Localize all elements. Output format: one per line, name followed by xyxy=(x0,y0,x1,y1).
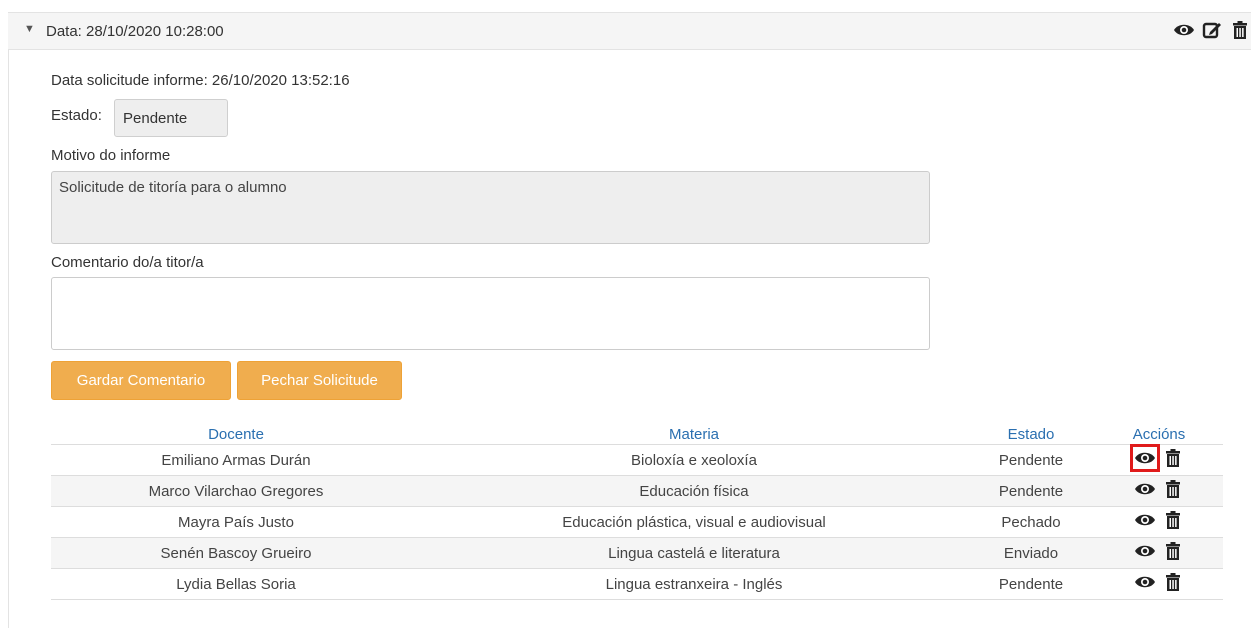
table-row: Marco Vilarchao Gregores Educación físic… xyxy=(51,475,1223,507)
column-header-estado[interactable]: Estado xyxy=(967,424,1095,445)
materia-cell: Lingua estranxeira - Inglés xyxy=(421,568,967,600)
eye-icon[interactable] xyxy=(1173,20,1195,40)
panel-header[interactable]: ▼ Data: 28/10/2020 10:28:00 xyxy=(8,12,1251,50)
materia-cell: Bioloxía e xeoloxía xyxy=(421,444,967,476)
caret-down-icon[interactable]: ▼ xyxy=(24,23,35,35)
actions-cell xyxy=(1095,537,1223,569)
actions-cell xyxy=(1095,506,1223,538)
actions-cell xyxy=(1095,444,1223,476)
trash-icon[interactable] xyxy=(1162,448,1184,468)
estado-cell: Pechado xyxy=(967,506,1095,538)
header-actions xyxy=(1173,20,1251,40)
materia-cell: Educación física xyxy=(421,475,967,507)
comentario-label: Comentario do/a titor/a xyxy=(51,254,204,271)
table-row: Senén Bascoy Grueiro Lingua castelá e li… xyxy=(51,537,1223,569)
trash-icon[interactable] xyxy=(1162,541,1184,561)
panel-title: Data: 28/10/2020 10:28:00 xyxy=(46,23,224,40)
docente-cell: Marco Vilarchao Gregores xyxy=(51,475,421,507)
trash-icon[interactable] xyxy=(1162,479,1184,499)
estado-value: Pendente xyxy=(114,99,228,137)
save-comment-button[interactable]: Gardar Comentario xyxy=(51,361,231,400)
table-header-row: Docente Materia Estado Accións xyxy=(51,424,1223,445)
trash-icon[interactable] xyxy=(1229,20,1251,40)
comentario-field[interactable] xyxy=(51,277,930,350)
eye-icon[interactable] xyxy=(1130,444,1160,472)
motivo-field[interactable]: Solicitude de titoría para o alumno xyxy=(51,171,930,244)
estado-cell: Pendente xyxy=(967,475,1095,507)
eye-icon[interactable] xyxy=(1134,479,1156,499)
eye-icon[interactable] xyxy=(1134,572,1156,592)
column-header-accions: Accións xyxy=(1095,424,1223,445)
estado-cell: Enviado xyxy=(967,537,1095,569)
request-date: Data solicitude informe: 26/10/2020 13:5… xyxy=(51,72,350,89)
actions-cell xyxy=(1095,568,1223,600)
estado-cell: Pendente xyxy=(967,444,1095,476)
close-request-button[interactable]: Pechar Solicitude xyxy=(237,361,402,400)
motivo-label: Motivo do informe xyxy=(51,147,171,164)
column-header-materia[interactable]: Materia xyxy=(421,424,967,445)
materia-cell: Educación plástica, visual e audiovisual xyxy=(421,506,967,538)
docente-cell: Mayra País Justo xyxy=(51,506,421,538)
materia-cell: Lingua castelá e literatura xyxy=(421,537,967,569)
column-header-docente[interactable]: Docente xyxy=(51,424,421,445)
trash-icon[interactable] xyxy=(1162,572,1184,592)
table-row: Emiliano Armas Durán Bioloxía e xeoloxía… xyxy=(51,444,1223,476)
docente-cell: Lydia Bellas Soria xyxy=(51,568,421,600)
docente-cell: Senén Bascoy Grueiro xyxy=(51,537,421,569)
docentes-table: Docente Materia Estado Accións Emiliano … xyxy=(51,424,1223,600)
edit-icon[interactable] xyxy=(1201,20,1223,40)
actions-cell xyxy=(1095,475,1223,507)
estado-cell: Pendente xyxy=(967,568,1095,600)
eye-icon[interactable] xyxy=(1134,510,1156,530)
panel-border xyxy=(8,50,9,628)
table-row: Mayra País Justo Educación plástica, vis… xyxy=(51,506,1223,538)
estado-label: Estado: xyxy=(51,107,102,124)
trash-icon[interactable] xyxy=(1162,510,1184,530)
eye-icon[interactable] xyxy=(1134,541,1156,561)
table-row: Lydia Bellas Soria Lingua estranxeira - … xyxy=(51,568,1223,600)
docente-cell: Emiliano Armas Durán xyxy=(51,444,421,476)
